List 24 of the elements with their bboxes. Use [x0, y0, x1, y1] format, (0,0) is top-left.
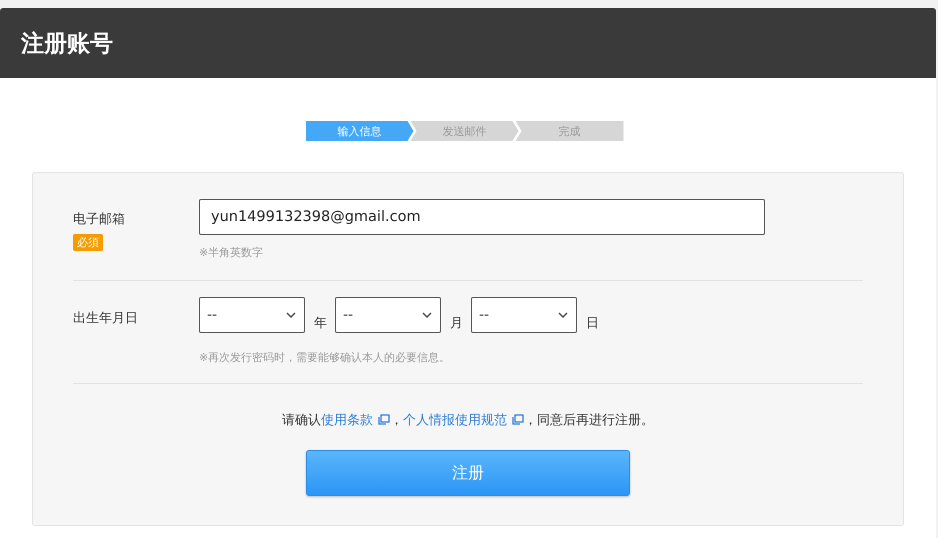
date-select[interactable]: -- [199, 297, 305, 333]
field-label: 电子邮箱 [73, 211, 126, 228]
date-unit-label: 日 [586, 315, 599, 333]
chevron-down-icon [558, 312, 568, 318]
email-field[interactable]: yun1499132398@gmail.com [199, 199, 765, 235]
date-select[interactable]: -- [335, 297, 441, 333]
field-label: 出生年月日 [73, 310, 139, 327]
page-title: 注册账号 [21, 30, 113, 58]
policy-link[interactable]: 使用条款 [321, 413, 390, 428]
chevron-down-icon [422, 312, 432, 318]
required-badge: 必須 [73, 234, 103, 251]
progress-step: 输入信息 [306, 121, 414, 141]
external-link-icon [378, 414, 390, 425]
date-unit-label: 年 [314, 315, 327, 333]
chevron-down-icon [286, 312, 296, 318]
date-select[interactable]: -- [471, 297, 577, 333]
progress-step: 发送邮件 [410, 121, 518, 141]
hint-text: ※半角英数字 [199, 245, 264, 260]
progress-step: 完成 [516, 121, 624, 141]
hint-text: ※再次发行密码时，需要能够确认本人的必要信息。 [199, 350, 452, 365]
date-unit-label: 月 [450, 315, 463, 333]
external-link-icon [512, 414, 524, 425]
policy-link[interactable]: 个人情报使用规范 [403, 413, 524, 428]
consent-text: 请确认使用条款 ，个人情报使用规范 ，同意后再进行注册。 [281, 412, 655, 429]
